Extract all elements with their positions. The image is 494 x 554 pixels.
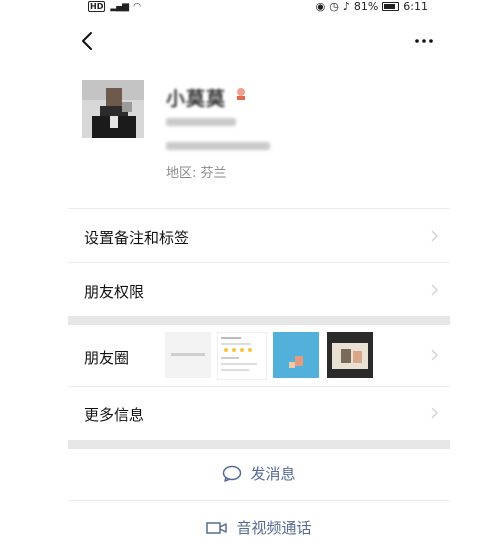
- avatar[interactable]: [82, 80, 144, 138]
- chevron-right-icon: [431, 407, 438, 419]
- moment-thumb-text: [165, 332, 211, 378]
- more-button[interactable]: [410, 30, 438, 50]
- remark-tags-label: 设置备注和标签: [84, 229, 190, 247]
- divider: [68, 500, 450, 501]
- friend-permissions-row[interactable]: 朋友权限: [68, 263, 450, 315]
- more-dots-icon: [415, 39, 433, 43]
- back-button[interactable]: [76, 28, 100, 54]
- wechat-id-blurred: [166, 118, 236, 126]
- profile-name: 小莫莫: [166, 88, 227, 110]
- eye-icon: ◉: [315, 0, 326, 13]
- chat-bubble-icon: [223, 465, 242, 482]
- profile-region: 地区: 芬兰: [166, 166, 227, 181]
- clock: 6:11: [403, 0, 428, 13]
- section-gap: [68, 440, 450, 449]
- more-info-row[interactable]: 更多信息: [68, 387, 450, 439]
- moment-thumb-screenshot: [217, 332, 267, 380]
- video-call-button[interactable]: 音视频通话: [68, 504, 450, 541]
- chevron-left-icon: [82, 32, 92, 50]
- nickname-blurred: [166, 142, 270, 150]
- mute-icon: ♪: [342, 0, 350, 13]
- avatar-image: [82, 80, 144, 138]
- battery-icon: [382, 2, 400, 11]
- status-left: HD ▂▄▆ ◠: [88, 1, 141, 12]
- alarm-icon: ◷: [329, 0, 339, 13]
- hd-icon: HD: [88, 1, 106, 12]
- battery-percent: 81%: [353, 0, 379, 13]
- send-message-label: 发消息: [250, 465, 296, 483]
- signal-icon: ▂▄▆: [110, 1, 129, 12]
- moment-thumb-sky: [273, 332, 319, 378]
- chevron-right-icon: [431, 284, 438, 296]
- chevron-right-icon: [431, 349, 438, 361]
- send-message-button[interactable]: 发消息: [68, 450, 450, 498]
- gender-badge-icon: [234, 86, 248, 100]
- wifi-icon: ◠: [133, 1, 141, 12]
- video-camera-icon: [206, 522, 228, 534]
- more-info-label: 更多信息: [84, 406, 145, 424]
- chevron-right-icon: [431, 230, 438, 242]
- friend-permissions-label: 朋友权限: [84, 283, 145, 301]
- remark-tags-row[interactable]: 设置备注和标签: [68, 209, 450, 261]
- status-bar: HD ▂▄▆ ◠ ◉ ◷ ♪ 81% 6:11: [0, 0, 494, 16]
- video-call-label: 音视频通话: [236, 519, 312, 537]
- moments-label: 朋友圈: [84, 349, 130, 367]
- section-gap: [68, 316, 450, 325]
- moment-thumb-photo: [327, 332, 373, 378]
- status-right: ◉ ◷ ♪ 81% 6:11: [316, 0, 428, 13]
